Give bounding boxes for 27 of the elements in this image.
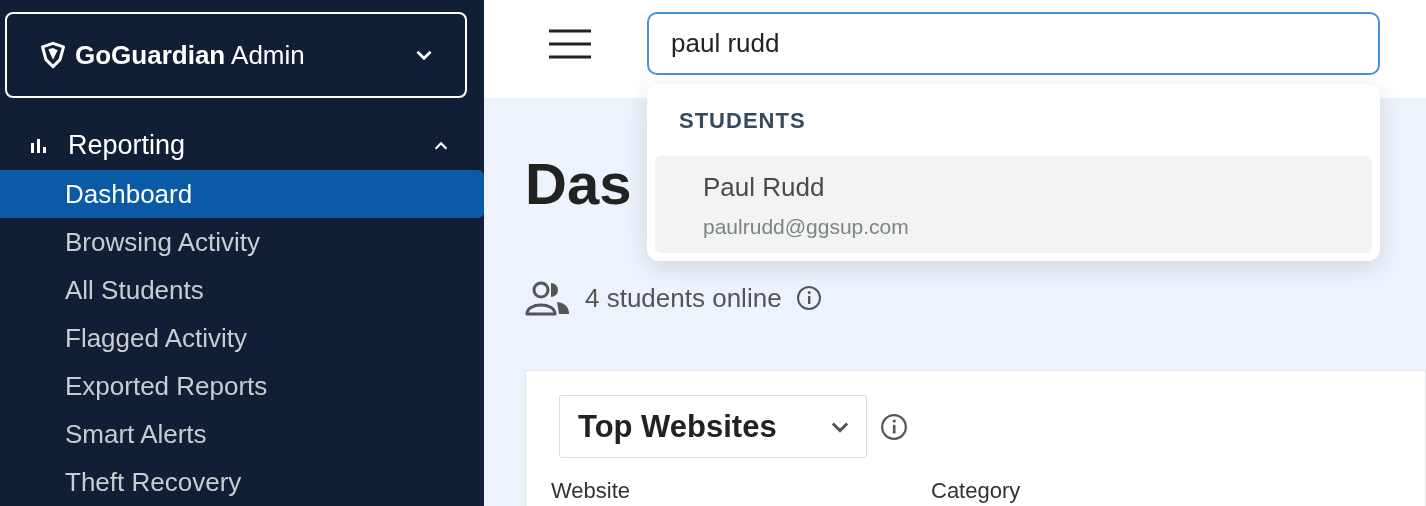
result-item[interactable]: Paul Rudd paulrudd@ggsup.com bbox=[655, 156, 1372, 253]
nav-item[interactable]: Theft Recovery bbox=[0, 458, 484, 506]
product-name: GoGuardian Admin bbox=[75, 39, 306, 71]
info-icon[interactable] bbox=[795, 285, 822, 311]
info-icon[interactable] bbox=[880, 412, 908, 441]
nav-section[interactable]: Reporting bbox=[0, 121, 484, 170]
student-email: paulrudd@ggsup.com bbox=[703, 215, 910, 239]
results-heading: STUDENTS bbox=[678, 107, 807, 135]
nav-item[interactable]: Flagged Activity bbox=[0, 314, 484, 362]
nav-item[interactable]: Dashboard bbox=[0, 170, 484, 218]
page-title: Das bbox=[525, 150, 632, 218]
report-select[interactable]: Top Websites bbox=[559, 395, 867, 458]
column-header[interactable]: Category bbox=[931, 478, 1319, 504]
bar-chart-icon bbox=[31, 138, 47, 153]
nav-item[interactable]: All Students bbox=[0, 266, 484, 314]
nav-item[interactable]: Browsing Activity bbox=[0, 218, 484, 266]
users-icon bbox=[525, 280, 571, 316]
section-label: Reporting bbox=[68, 130, 187, 162]
student-name: Paul Rudd bbox=[703, 172, 826, 203]
online-count: 4 students online bbox=[585, 282, 782, 314]
nav-item[interactable]: Exported Reports bbox=[0, 362, 484, 410]
product-switcher[interactable]: GoGuardian Admin bbox=[5, 12, 467, 99]
menu-icon[interactable] bbox=[549, 29, 591, 59]
select-value: Top Websites bbox=[578, 408, 777, 445]
search-field[interactable]: paul rudd bbox=[647, 12, 1380, 75]
shield-logo-icon bbox=[39, 41, 67, 70]
nav-item[interactable]: Smart Alerts bbox=[0, 410, 484, 458]
